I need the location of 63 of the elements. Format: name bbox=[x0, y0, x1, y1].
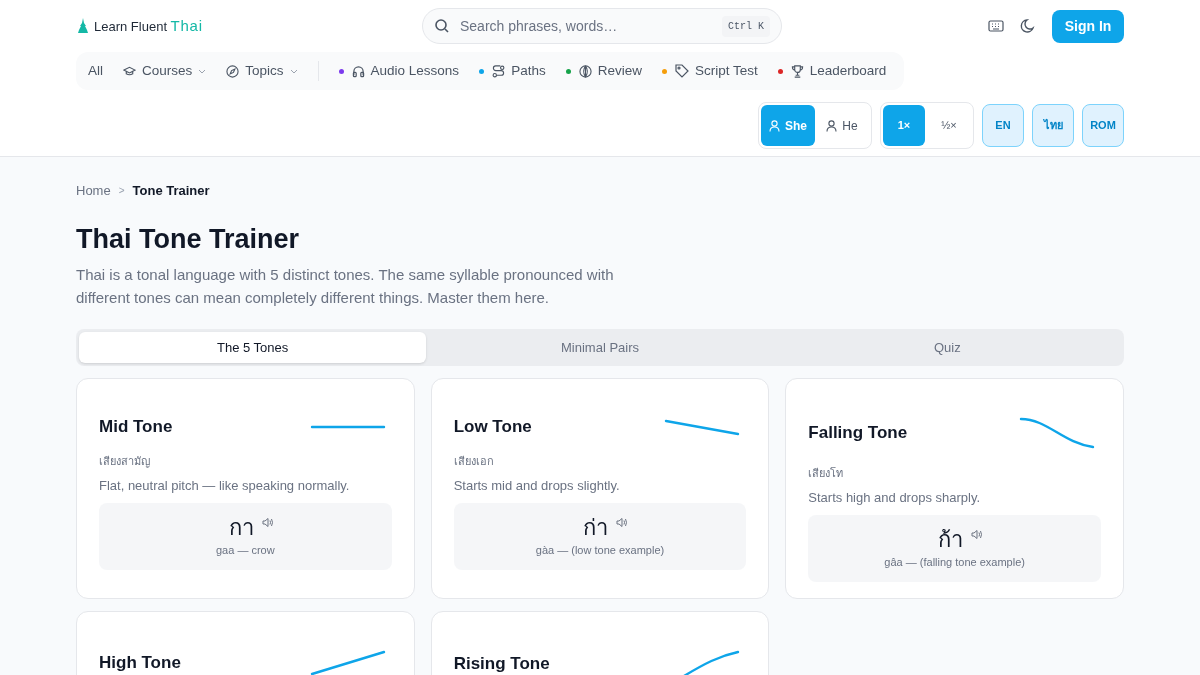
pitch-curve-icon bbox=[1019, 417, 1095, 449]
breadcrumb-link[interactable]: Home bbox=[76, 181, 111, 201]
tab[interactable]: The 5 Tones bbox=[79, 332, 427, 363]
tone-name: Falling Tone bbox=[808, 423, 908, 443]
intro-text: Thai is a tonal language with 5 distinct tones. The same syllable pronounced with different tones can mean completely different things. Master them here. bbox=[76, 265, 615, 308]
pitch-curve-icon bbox=[309, 650, 386, 675]
speaker-icon[interactable] bbox=[261, 517, 274, 529]
moon-icon[interactable] bbox=[1020, 18, 1036, 34]
keyboard-icon[interactable] bbox=[988, 20, 1004, 32]
tone-description: Flat, neutral pitch — like speaking normally. bbox=[99, 476, 351, 495]
tone-name: Low Tone bbox=[453, 417, 532, 437]
tone-description: Starts high and drops sharply. bbox=[808, 488, 982, 507]
breadcrumb-current: Tone Trainer bbox=[132, 182, 210, 200]
pitch-curve-icon bbox=[309, 425, 386, 429]
person-icon bbox=[769, 119, 780, 132]
example-gloss: gàa — (low tone example) bbox=[535, 543, 665, 559]
graduation-cap-icon bbox=[123, 65, 136, 77]
globe-icon bbox=[578, 64, 592, 78]
breadcrumb-separator: > bbox=[118, 184, 125, 199]
logo-text[interactable]: Learn Fluent Thai bbox=[94, 14, 203, 38]
tone-name: Rising Tone bbox=[453, 654, 550, 674]
nav-item[interactable]: All bbox=[88, 60, 103, 82]
nav-item[interactable]: Review bbox=[565, 60, 642, 82]
script-toggle[interactable]: EN bbox=[982, 104, 1024, 147]
thai-tone-name: เสียงเอก bbox=[453, 454, 495, 469]
compass-icon bbox=[226, 64, 240, 78]
search-icon bbox=[434, 18, 450, 34]
example-gloss: gaa — crow bbox=[215, 543, 275, 559]
speaker-icon[interactable] bbox=[616, 517, 629, 529]
route-icon bbox=[492, 64, 506, 78]
tag-icon bbox=[674, 64, 689, 78]
temple-icon bbox=[76, 18, 90, 34]
nav-item[interactable]: Script Test bbox=[661, 60, 758, 82]
chevron-down-icon bbox=[289, 68, 298, 74]
speed-option[interactable]: ½× bbox=[927, 105, 971, 146]
thai-word: ก้า bbox=[938, 526, 964, 555]
tone-name: High Tone bbox=[99, 653, 181, 673]
thai-word: ก่า bbox=[583, 514, 609, 543]
headphones-icon bbox=[351, 64, 365, 78]
example-gloss: gâa — (falling tone example) bbox=[884, 555, 1025, 571]
thai-tone-name: เสียงโท bbox=[808, 466, 845, 481]
trophy-icon bbox=[790, 64, 804, 78]
nav-item[interactable]: Paths bbox=[479, 60, 546, 82]
voice-option[interactable]: He bbox=[815, 105, 869, 146]
nav-item[interactable]: Courses bbox=[123, 60, 207, 82]
nav-item[interactable]: Topics bbox=[226, 60, 298, 82]
thai-tone-name: เสียงสามัญ bbox=[99, 454, 151, 470]
script-toggle[interactable]: ไทย bbox=[1032, 104, 1074, 147]
pitch-curve-icon bbox=[682, 650, 741, 675]
tone-name: Mid Tone bbox=[99, 417, 173, 437]
tone-description: Starts mid and drops slightly. bbox=[453, 476, 621, 495]
page-title: Thai Tone Trainer bbox=[76, 222, 301, 256]
script-toggle[interactable]: ROM bbox=[1082, 104, 1124, 147]
pitch-curve-icon bbox=[664, 418, 741, 436]
nav-item[interactable]: Audio Lessons bbox=[338, 60, 460, 82]
chevron-down-icon bbox=[198, 68, 207, 74]
shortcut-hint: Ctrl K bbox=[722, 16, 770, 37]
nav-item[interactable]: Leaderboard bbox=[777, 60, 887, 82]
speaker-icon[interactable] bbox=[971, 529, 984, 541]
person-icon bbox=[826, 119, 838, 132]
tab[interactable]: Quiz bbox=[773, 332, 1121, 363]
thai-word: กา bbox=[228, 514, 254, 543]
tab[interactable]: Minimal Pairs bbox=[426, 332, 774, 363]
